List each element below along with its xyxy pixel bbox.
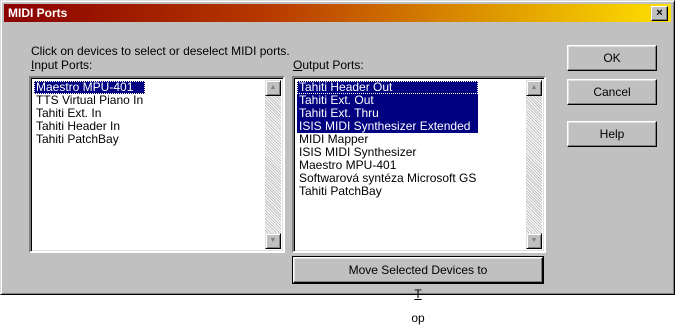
output-ports-label-rest: utput Ports: [302, 58, 364, 72]
help-button[interactable]: Help [567, 121, 657, 147]
output-ports-label: Output Ports: [293, 58, 364, 72]
cancel-button[interactable]: Cancel [567, 79, 657, 105]
move-to-top-button[interactable]: Move Selected Devices to Top [292, 256, 544, 325]
ok-label: OK [603, 51, 621, 65]
output-ports-scrollbar[interactable]: ▲ ▼ [526, 80, 542, 249]
scroll-down-icon[interactable]: ▼ [265, 233, 281, 249]
output-ports-list[interactable]: Tahiti Header Out Tahiti Ext. Out Tahiti E… [292, 76, 546, 253]
move-to-top-label: Move Selected Devices to Top [294, 258, 542, 330]
output-ports-accel: O [293, 58, 303, 72]
cancel-label: Cancel [593, 85, 631, 99]
move-to-top-label-suffix: op [411, 311, 425, 325]
scroll-down-icon[interactable]: ▼ [526, 233, 542, 249]
close-button[interactable]: × [651, 6, 668, 21]
list-item[interactable]: Tahiti PatchBay [297, 185, 478, 198]
move-to-top-accel: T [414, 287, 422, 301]
output-ports-items: Tahiti Header Out Tahiti Ext. Out Tahiti E… [297, 81, 479, 198]
close-icon: × [656, 7, 663, 19]
title-bar[interactable]: MIDI Ports × [4, 4, 671, 22]
input-ports-label-rest: nput Ports: [34, 58, 93, 72]
ok-button[interactable]: OK [567, 45, 657, 71]
move-to-top-label-prefix: Move Selected Devices to [348, 263, 488, 277]
input-ports-label: Input Ports: [31, 58, 92, 72]
instruction-text: Click on devices to select or deselect M… [31, 44, 290, 58]
midi-ports-dialog: MIDI Ports × Click on devices to select … [0, 0, 675, 325]
input-ports-list[interactable]: Maestro MPU-401 TTS Virtual Piano In Tahit… [29, 76, 285, 253]
help-label: Help [599, 127, 625, 141]
scroll-up-icon[interactable]: ▲ [265, 80, 281, 96]
window-title: MIDI Ports [8, 6, 68, 20]
input-ports-scrollbar[interactable]: ▲ ▼ [265, 80, 281, 249]
scroll-up-icon[interactable]: ▲ [526, 80, 542, 96]
list-item[interactable]: Tahiti PatchBay [34, 133, 145, 146]
input-ports-items: Maestro MPU-401 TTS Virtual Piano In Tahit… [34, 81, 146, 146]
